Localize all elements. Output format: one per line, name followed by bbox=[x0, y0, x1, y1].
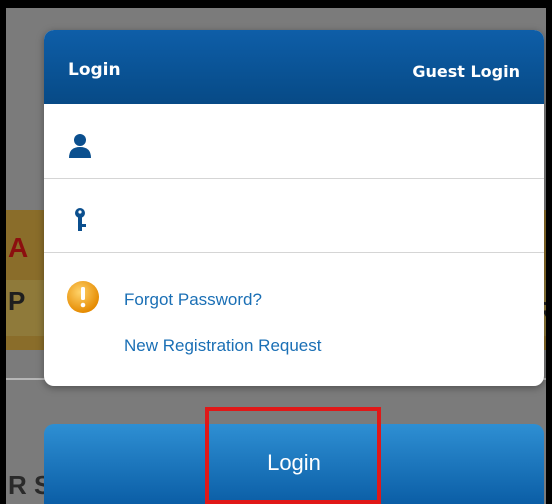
key-icon bbox=[66, 206, 94, 234]
window-frame bbox=[0, 0, 6, 504]
modal-header: Login Guest Login bbox=[44, 30, 544, 104]
tab-guest-login[interactable]: Guest Login bbox=[412, 62, 520, 81]
password-field-row bbox=[44, 180, 544, 253]
password-input[interactable] bbox=[114, 192, 528, 242]
window-frame bbox=[546, 0, 552, 504]
background-text-fragment: A bbox=[8, 232, 29, 263]
warning-icon bbox=[66, 280, 100, 314]
tab-login[interactable]: Login bbox=[68, 60, 121, 80]
login-modal: Login Guest Login Forgot Password? New R… bbox=[44, 30, 544, 386]
username-input[interactable] bbox=[114, 118, 528, 168]
window-frame bbox=[0, 0, 552, 8]
user-icon bbox=[66, 132, 94, 160]
login-button-label: Login bbox=[267, 450, 321, 475]
new-registration-request-link[interactable]: New Registration Request bbox=[124, 336, 321, 356]
username-field-row bbox=[44, 106, 544, 179]
background-text-fragment: P bbox=[8, 286, 26, 316]
login-button[interactable]: Login bbox=[44, 424, 544, 504]
forgot-password-link[interactable]: Forgot Password? bbox=[124, 290, 262, 310]
